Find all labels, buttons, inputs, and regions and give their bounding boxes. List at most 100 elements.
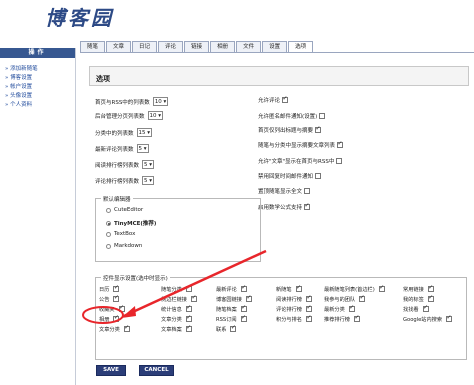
sidebar-item-4[interactable]: » 个人资料	[5, 101, 75, 110]
widget-toggle[interactable]: 日历	[99, 284, 161, 293]
widget-checkbox[interactable]	[359, 294, 366, 302]
site-logo[interactable]: 博客园	[45, 2, 114, 31]
option-checkbox[interactable]	[304, 202, 311, 210]
option-checkbox[interactable]	[304, 188, 311, 194]
widget-checkbox[interactable]	[427, 284, 434, 292]
widget-checkbox[interactable]	[113, 284, 120, 292]
tab-0[interactable]: 随笔	[80, 41, 106, 52]
widget-toggle[interactable]: 收藏夹	[99, 304, 161, 313]
count-select[interactable]: 5 ▾	[136, 144, 149, 153]
widget-checkbox[interactable]	[113, 294, 120, 302]
count-row: 阅读排行榜列表数 5 ▾	[95, 160, 155, 169]
widget-checkbox[interactable]	[305, 314, 312, 322]
widget-checkbox[interactable]	[245, 294, 252, 302]
widget-toggle[interactable]: 相册	[99, 314, 161, 323]
cancel-button[interactable]: CANCEL	[139, 365, 174, 376]
widget-checkbox[interactable]	[113, 314, 120, 322]
widget-toggle[interactable]: 我参与的团队	[324, 294, 403, 303]
widget-toggle[interactable]: 最新随笔列表(首边栏)	[324, 284, 403, 293]
chevron-down-icon: ▾	[142, 146, 147, 152]
widget-toggle[interactable]: 文章档案	[161, 324, 216, 333]
editor-option[interactable]: TextBox	[106, 231, 135, 237]
tab-5[interactable]: 相册	[210, 41, 236, 52]
editor-option[interactable]: Markdown	[106, 243, 142, 249]
widget-label: 我参与的团队	[324, 296, 356, 303]
widget-label: 日历	[99, 286, 110, 293]
widget-toggle[interactable]: 公告	[99, 294, 161, 303]
widget-toggle[interactable]: 文章分类	[99, 324, 161, 333]
widget-toggle[interactable]: 我的标签	[403, 294, 463, 303]
widget-checkbox[interactable]	[295, 284, 302, 292]
radio-button[interactable]	[106, 243, 111, 249]
option-checkbox[interactable]	[319, 113, 326, 119]
widget-checkbox[interactable]	[185, 324, 192, 332]
widget-toggle[interactable]: 统计信息	[161, 304, 216, 313]
widget-toggle[interactable]: 积分与排名	[276, 314, 324, 323]
widget-toggle[interactable]: 新随笔	[276, 284, 324, 293]
widget-checkbox[interactable]	[185, 314, 192, 322]
count-select[interactable]: 10 ▾	[152, 97, 169, 106]
count-row: 分类中的列表数 15 ▾	[95, 128, 153, 137]
widget-toggle[interactable]: 随笔档案	[216, 304, 276, 313]
count-select[interactable]: 5 ▾	[142, 160, 155, 169]
tab-7[interactable]: 设置	[262, 41, 288, 52]
widget-checkbox[interactable]	[305, 304, 312, 312]
widget-toggle[interactable]: 阅读排行榜	[276, 294, 324, 303]
widget-checkbox[interactable]	[446, 314, 453, 322]
sidebar-item-2[interactable]: » 帐户设置	[5, 83, 75, 92]
widget-toggle[interactable]: 找找看	[403, 304, 463, 313]
widget-checkbox[interactable]	[422, 304, 429, 312]
count-select[interactable]: 5 ▾	[142, 176, 155, 185]
option-checkbox[interactable]	[315, 173, 322, 179]
widget-toggle[interactable]: 文章分类	[161, 314, 216, 323]
widget-checkbox[interactable]	[240, 284, 247, 292]
radio-button[interactable]	[106, 207, 111, 213]
widget-checkbox[interactable]	[118, 304, 125, 312]
editor-option[interactable]: TinyMCE(推荐)	[106, 219, 156, 227]
widget-toggle[interactable]: 常用链接	[403, 284, 463, 293]
option-checkbox[interactable]	[336, 158, 343, 164]
widget-checkbox[interactable]	[378, 284, 385, 292]
radio-button[interactable]	[106, 220, 111, 226]
widget-checkbox[interactable]	[348, 304, 355, 312]
tab-1[interactable]: 文章	[106, 41, 132, 52]
widget-checkbox[interactable]	[190, 294, 197, 302]
widget-toggle[interactable]: 推荐排行榜	[324, 314, 403, 323]
tab-2[interactable]: 日记	[132, 41, 158, 52]
widget-checkbox[interactable]	[353, 314, 360, 322]
tab-3[interactable]: 评论	[158, 41, 184, 52]
tab-4[interactable]: 链接	[184, 41, 210, 52]
widget-toggle[interactable]: 随笔分类	[161, 284, 216, 293]
widget-toggle[interactable]: 博客园链接	[216, 294, 276, 303]
radio-button[interactable]	[106, 231, 111, 237]
sidebar-item-1[interactable]: » 博客设置	[5, 74, 75, 83]
widget-checkbox[interactable]	[123, 324, 130, 332]
save-button[interactable]: SAVE	[96, 365, 126, 376]
widget-toggle[interactable]: 联系	[216, 324, 276, 333]
sidebar-item-3[interactable]: » 头像设置	[5, 92, 75, 101]
tab-8[interactable]: 选项	[288, 41, 314, 52]
option-checkbox[interactable]	[337, 140, 344, 148]
tab-6[interactable]: 文件	[236, 41, 262, 52]
widget-checkbox[interactable]	[427, 294, 434, 302]
widget-checkbox[interactable]	[185, 284, 192, 292]
widget-checkbox[interactable]	[305, 294, 312, 302]
widget-toggle[interactable]: 评论排行榜	[276, 304, 324, 313]
widget-toggle[interactable]: 侧边栏链接	[161, 294, 216, 303]
widget-checkbox[interactable]	[240, 314, 247, 322]
option-checkbox[interactable]	[282, 95, 289, 103]
widget-checkbox[interactable]	[185, 304, 192, 312]
widget-toggle[interactable]: 最新分类	[324, 304, 403, 313]
editor-option[interactable]: CuteEditor	[106, 207, 143, 213]
widget-toggle[interactable]: Google站内搜索	[403, 314, 463, 323]
widget-toggle[interactable]: RSS订阅	[216, 314, 276, 323]
chevron-down-icon: ▾	[161, 99, 167, 105]
widget-checkbox[interactable]	[240, 304, 247, 312]
option-label: 允许评论	[258, 98, 281, 104]
option-checkbox[interactable]	[315, 125, 322, 133]
widget-toggle[interactable]: 最新评论	[216, 284, 276, 293]
count-select[interactable]: 10 ▾	[147, 111, 164, 120]
widget-checkbox[interactable]	[230, 324, 237, 332]
count-select[interactable]: 15 ▾	[136, 128, 153, 137]
sidebar-item-0[interactable]: » 添加新随笔	[5, 65, 75, 74]
